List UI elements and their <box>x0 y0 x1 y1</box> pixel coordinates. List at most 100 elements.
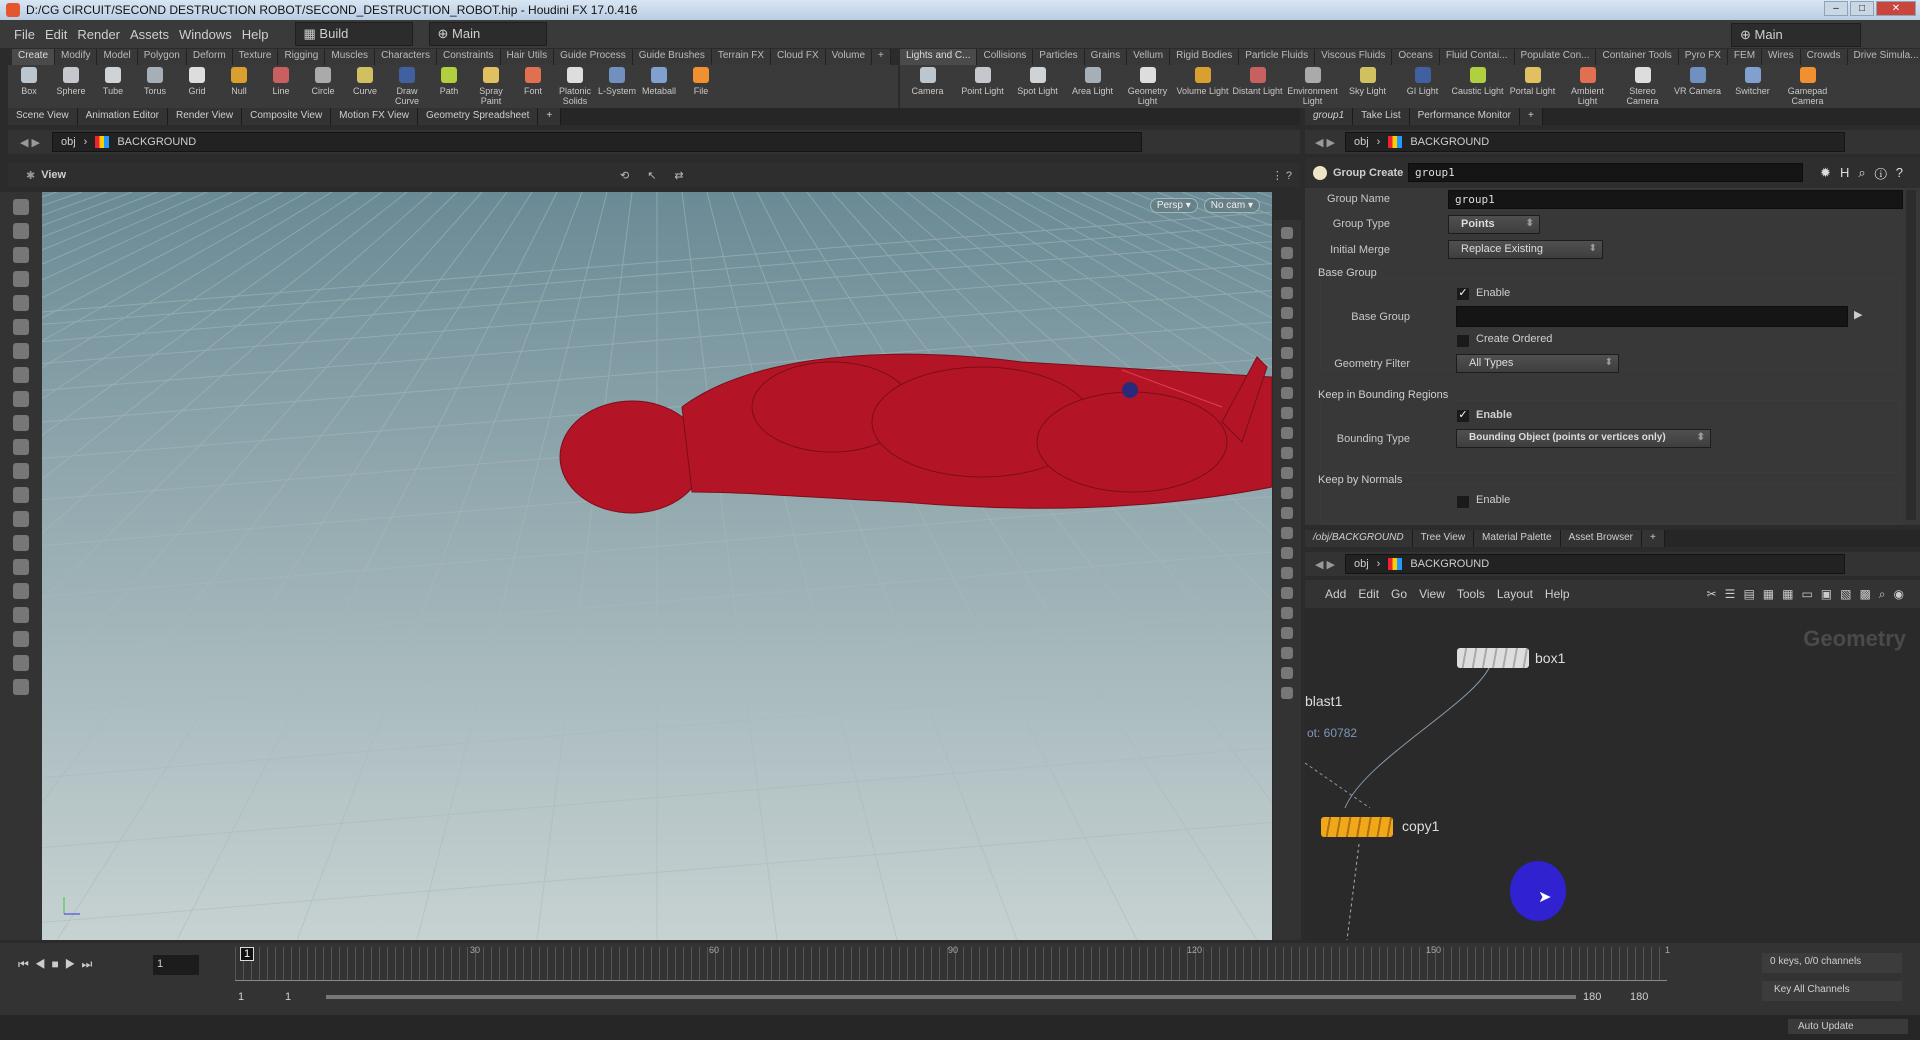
back-arrow-icon[interactable]: ◀ ▶ <box>20 136 40 149</box>
tool-geometry-light[interactable]: Geometry Light <box>1120 65 1175 108</box>
shelf-tab-hair-utils[interactable]: Hair Utils <box>500 49 555 65</box>
menu-help[interactable]: Help <box>242 27 269 42</box>
range-start-2[interactable]: 1 <box>285 991 291 1003</box>
playback-controls[interactable]: ⏮◀■▶⏭ <box>18 957 98 972</box>
pane-tab-take-list[interactable]: Take List <box>1353 108 1410 125</box>
node-name-field[interactable]: group1 <box>1408 163 1803 182</box>
display-option-icon[interactable] <box>1281 467 1293 479</box>
pane-tab-group1[interactable]: group1 <box>1305 108 1354 125</box>
close-button[interactable]: ✕ <box>1876 1 1916 16</box>
handle-tool-icon[interactable] <box>13 295 29 311</box>
minimize-button[interactable]: – <box>1824 1 1848 16</box>
shelf-tab-vellum[interactable]: Vellum <box>1127 49 1171 65</box>
add-shelf-tab-button[interactable]: + <box>872 49 891 65</box>
tool-distant-light[interactable]: Distant Light <box>1230 65 1285 108</box>
tool-circle[interactable]: Circle <box>302 65 344 108</box>
tool-spot-light[interactable]: Spot Light <box>1010 65 1065 108</box>
shelf-tab-drive-simula[interactable]: Drive Simula... <box>1847 49 1920 65</box>
tool-l-system[interactable]: L-System <box>596 65 638 108</box>
tool-font[interactable]: Font <box>512 65 554 108</box>
display-option-icon[interactable] <box>1281 347 1293 359</box>
display-option-icon[interactable] <box>1281 287 1293 299</box>
menu-edit[interactable]: Edit <box>45 27 67 42</box>
tool-null[interactable]: Null <box>218 65 260 108</box>
tool-ambient-light[interactable]: Ambient Light <box>1560 65 1615 108</box>
param-scrollbar[interactable] <box>1906 190 1916 520</box>
pane-tab--obj-background[interactable]: /obj/BACKGROUND <box>1305 530 1413 547</box>
shelf-tab-create[interactable]: Create <box>12 49 56 65</box>
path-background[interactable]: BACKGROUND <box>1410 136 1489 148</box>
magnet-tool-icon[interactable] <box>13 391 29 407</box>
tool-metaball[interactable]: Metaball <box>638 65 680 108</box>
shelf-tab-particle-fluids[interactable]: Particle Fluids <box>1239 49 1316 65</box>
display-option-icon[interactable] <box>1281 687 1293 699</box>
range-end[interactable]: 180 <box>1583 991 1601 1003</box>
param-path-field[interactable]: obj › BACKGROUND <box>1344 132 1845 152</box>
misc4-tool-icon[interactable] <box>13 655 29 671</box>
robot-model[interactable] <box>559 353 1272 514</box>
menu-windows[interactable]: Windows <box>179 27 232 42</box>
path-obj[interactable]: obj <box>61 136 76 148</box>
display-option-icon[interactable] <box>1281 587 1293 599</box>
tool-path[interactable]: Path <box>428 65 470 108</box>
initial-merge-dropdown[interactable]: Replace Existing <box>1448 240 1603 259</box>
base-enable-checkbox[interactable]: ✓ <box>1457 288 1469 300</box>
tool-tube[interactable]: Tube <box>92 65 134 108</box>
tool-vr-camera[interactable]: VR Camera <box>1670 65 1725 108</box>
display-option-icon[interactable] <box>1281 387 1293 399</box>
pane-tab-animation-editor[interactable]: Animation Editor <box>77 108 169 125</box>
shelf-tab-wires[interactable]: Wires <box>1762 49 1801 65</box>
tool-gi-light[interactable]: GI Light <box>1395 65 1450 108</box>
transform-tool-icon[interactable] <box>13 223 29 239</box>
display-option-icon[interactable] <box>1281 607 1293 619</box>
select-tool-icon[interactable] <box>13 199 29 215</box>
tool-point-light[interactable]: Point Light <box>955 65 1010 108</box>
handle-tools-icon[interactable]: ⟲↖⇄ <box>620 169 702 182</box>
pane-tab-tree-view[interactable]: Tree View <box>1412 530 1475 547</box>
tool-grid[interactable]: Grid <box>176 65 218 108</box>
shelf-tab-terrain-fx[interactable]: Terrain FX <box>711 49 771 65</box>
shelf-tab-rigid-bodies[interactable]: Rigid Bodies <box>1170 49 1240 65</box>
rotate-tool-icon[interactable] <box>13 247 29 263</box>
shelf-tab-particles[interactable]: Particles <box>1033 49 1085 65</box>
base-group-field[interactable] <box>1456 306 1848 327</box>
display-option-icon[interactable] <box>1281 507 1293 519</box>
grab-tool-icon[interactable] <box>13 559 29 575</box>
paint-tool-icon[interactable] <box>13 535 29 551</box>
display-option-icon[interactable] <box>1281 447 1293 459</box>
network-menu-go[interactable]: Go <box>1391 587 1407 601</box>
back-arrow-icon[interactable]: ◀ ▶ <box>1315 558 1335 571</box>
network-menu-add[interactable]: Add <box>1325 587 1346 601</box>
display-option-icon[interactable] <box>1281 547 1293 559</box>
shelf-tab-cloud-fx[interactable]: Cloud FX <box>770 49 826 65</box>
view-menu-icon[interactable]: ✱ <box>26 169 35 182</box>
tool-switcher[interactable]: Switcher <box>1725 65 1780 108</box>
shelf-tab-viscous-fluids[interactable]: Viscous Fluids <box>1315 49 1393 65</box>
path-background[interactable]: BACKGROUND <box>1410 558 1489 570</box>
scale-tool-icon[interactable] <box>13 271 29 287</box>
display-option-icon[interactable] <box>1281 527 1293 539</box>
tool-caustic-light[interactable]: Caustic Light <box>1450 65 1505 108</box>
tool-sphere[interactable]: Sphere <box>50 65 92 108</box>
display-option-icon[interactable] <box>1281 267 1293 279</box>
range-end-2[interactable]: 180 <box>1630 991 1648 1003</box>
tool-gamepad-camera[interactable]: Gamepad Camera <box>1780 65 1835 108</box>
network-menu-help[interactable]: Help <box>1545 587 1570 601</box>
pane-tab-asset-browser[interactable]: Asset Browser <box>1560 530 1642 547</box>
tool-box[interactable]: Box <box>8 65 50 108</box>
shelf-tab-model[interactable]: Model <box>97 49 138 65</box>
display-option-icon[interactable] <box>1281 487 1293 499</box>
misc3-tool-icon[interactable] <box>13 631 29 647</box>
add-pane-tab-button[interactable]: + <box>538 108 562 125</box>
param-tools-icons[interactable]: ✹H⌕ⓘ? <box>1820 165 1912 181</box>
range-slider[interactable] <box>326 995 1576 999</box>
pane-tab-material-palette[interactable]: Material Palette <box>1474 530 1561 547</box>
shelf-tab-crowds[interactable]: Crowds <box>1800 49 1848 65</box>
help-icon[interactable]: ⋮ ? <box>1272 169 1292 182</box>
shelf-tab-container-tools[interactable]: Container Tools <box>1596 49 1679 65</box>
shelf-tab-modify[interactable]: Modify <box>55 49 98 65</box>
misc-tool-icon[interactable] <box>13 583 29 599</box>
display-option-icon[interactable] <box>1281 327 1293 339</box>
display-option-icon[interactable] <box>1281 627 1293 639</box>
maximize-button[interactable]: □ <box>1850 1 1874 16</box>
